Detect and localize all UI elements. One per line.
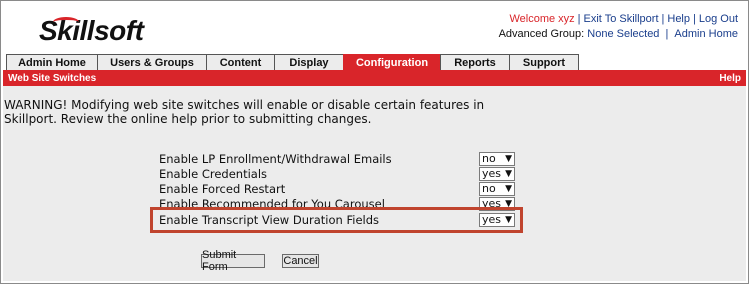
tab-display[interactable]: Display xyxy=(274,54,344,70)
chevron-down-icon: ▼ xyxy=(505,184,512,194)
switch-value: no xyxy=(482,152,496,165)
separator: | xyxy=(693,13,696,25)
top-links: Welcome xyz | Exit To Skillport | Help | Log O… xyxy=(499,12,738,42)
switch-value: yes xyxy=(482,167,502,180)
tab-support[interactable]: Support xyxy=(509,54,579,70)
chevron-down-icon: ▼ xyxy=(505,169,512,179)
advanced-group-label: Advanced Group: xyxy=(498,28,585,40)
switch-label: Enable Forced Restart xyxy=(159,182,286,196)
tab-admin-home[interactable]: Admin Home xyxy=(6,54,98,70)
logout-link[interactable]: Log Out xyxy=(699,13,738,25)
switch-select[interactable]: yes ▼ xyxy=(479,167,515,181)
section-help-link[interactable]: Help xyxy=(719,73,741,84)
separator: | xyxy=(662,28,672,40)
switch-row: Enable Forced Restart no ▼ xyxy=(159,182,517,197)
section-title: Web Site Switches xyxy=(8,72,97,84)
help-link[interactable]: Help xyxy=(667,13,690,25)
skillsoft-logo: Skillsoft xyxy=(39,15,144,47)
submit-form-button[interactable]: Submit Form xyxy=(201,249,265,273)
tab-users-groups[interactable]: Users & Groups xyxy=(97,54,207,70)
cancel-button[interactable]: Cancel xyxy=(282,254,319,268)
switch-label: Enable LP Enrollment/Withdrawal Emails xyxy=(159,152,392,166)
switch-row: Enable Credentials yes ▼ xyxy=(159,167,517,182)
chevron-down-icon: ▼ xyxy=(505,154,512,164)
warning-line-1: WARNING! Modifying web site switches wil… xyxy=(4,98,485,112)
switch-label: Enable Credentials xyxy=(159,167,268,181)
tab-configuration[interactable]: Configuration xyxy=(343,54,441,70)
tab-reports[interactable]: Reports xyxy=(440,54,510,70)
logo-swoosh-icon xyxy=(53,17,79,27)
app-frame: Skillsoft Welcome xyz | Exit To Skillport |… xyxy=(0,0,749,284)
section-header-bar: Web Site Switches Help xyxy=(3,70,746,86)
warning-line-2: Skillport. Review the online help prior … xyxy=(4,112,372,126)
separator: | xyxy=(577,13,581,25)
highlight-box xyxy=(150,207,523,233)
tab-content[interactable]: Content xyxy=(206,54,275,70)
switch-select[interactable]: no ▼ xyxy=(479,182,515,196)
main-tabs: Admin Home Users & Groups Content Displa… xyxy=(6,54,579,70)
warning-message: WARNING! Modifying web site switches wil… xyxy=(4,98,484,126)
exit-to-skillport-link[interactable]: Exit To Skillport xyxy=(584,13,659,25)
switch-row: Enable LP Enrollment/Withdrawal Emails n… xyxy=(159,152,517,167)
admin-home-link[interactable]: Admin Home xyxy=(674,28,738,40)
switch-select[interactable]: no ▼ xyxy=(479,152,515,166)
switch-value: no xyxy=(482,182,496,195)
none-selected-link[interactable]: None Selected xyxy=(587,28,659,40)
welcome-text: Welcome xyz xyxy=(509,13,575,25)
